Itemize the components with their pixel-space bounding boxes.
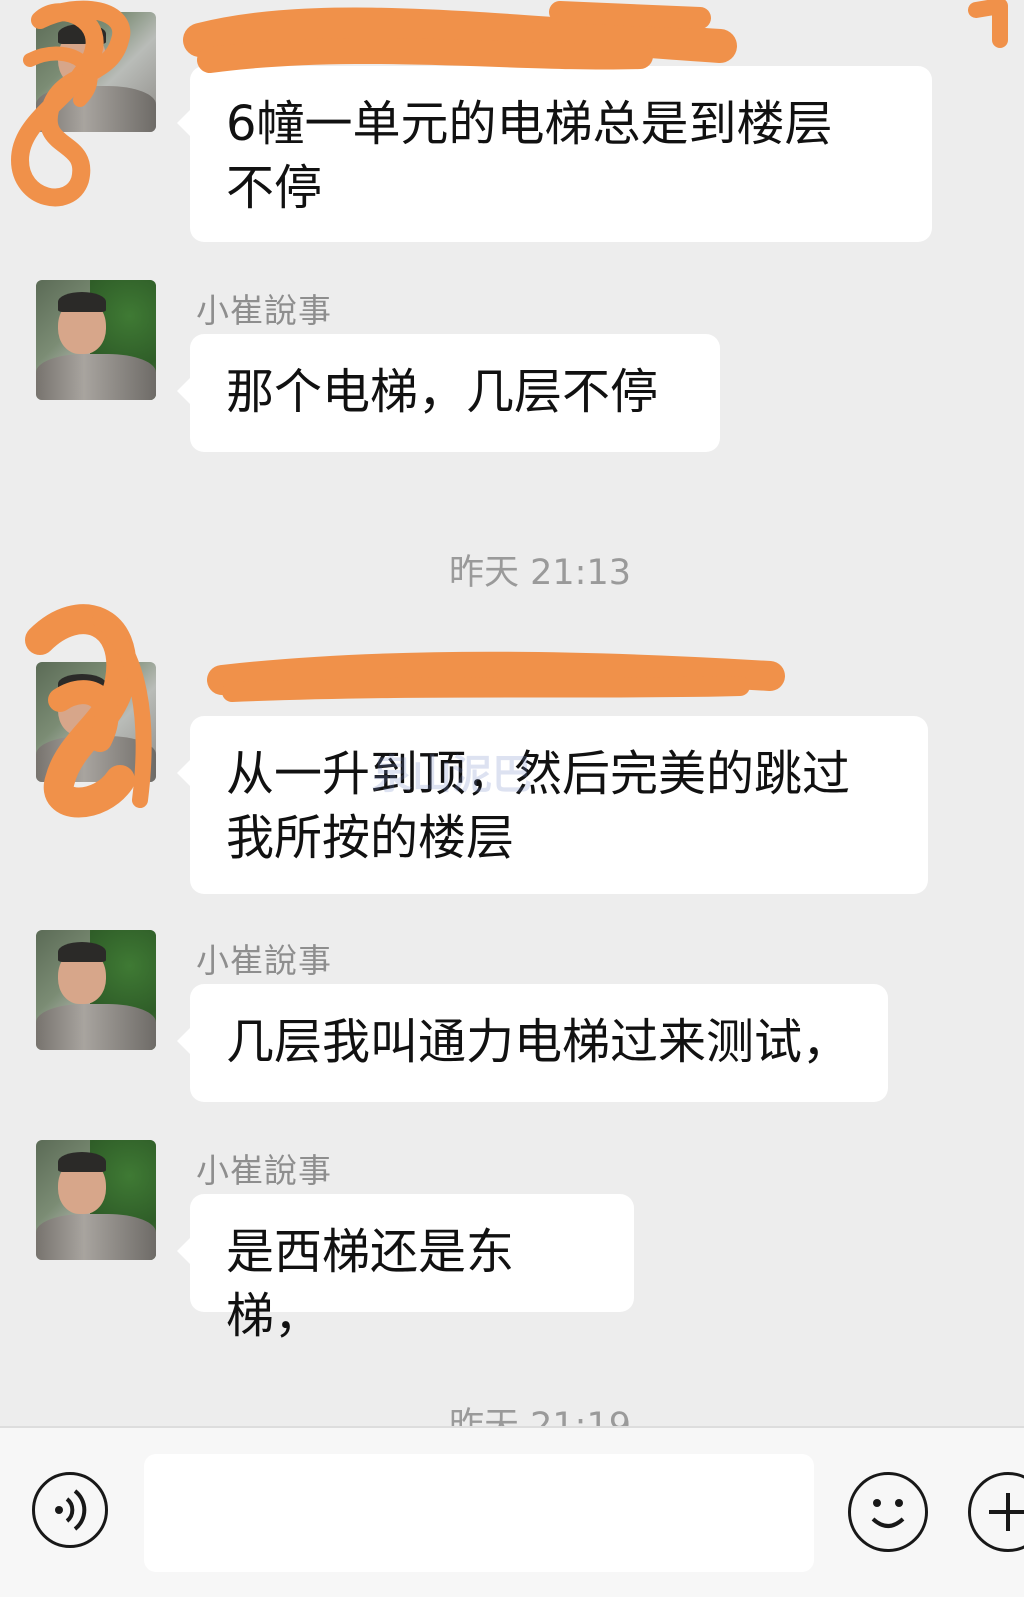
- message-bubble[interactable]: 那个电梯，几层不停: [177, 334, 720, 452]
- message-bubble[interactable]: 从一升到顶，然后完美的跳过 我所按的楼层: [177, 716, 928, 894]
- sender-name: 小崔說事: [196, 941, 332, 980]
- input-bar: [0, 1426, 1024, 1597]
- emoji-icon: [871, 1499, 905, 1528]
- message-text: 不停: [226, 160, 323, 216]
- avatar[interactable]: [36, 662, 156, 782]
- message-text: 那个电梯，几层不停: [226, 364, 659, 420]
- sender-name: 小崔說事: [196, 1151, 332, 1190]
- timestamp: 昨天 21:19: [449, 1406, 631, 1426]
- avatar[interactable]: [36, 12, 156, 132]
- avatar[interactable]: [36, 930, 156, 1050]
- message-text: 从一升到顶，然后完美的跳过: [226, 746, 851, 802]
- voice-icon: [55, 1489, 87, 1531]
- message-bubble[interactable]: 几层我叫通力电梯过来测试，: [177, 984, 888, 1102]
- message-bubble[interactable]: 是西梯还是东梯，: [177, 1194, 634, 1344]
- plus-button[interactable]: [968, 1472, 1024, 1552]
- message-bubble[interactable]: 6幢一单元的电梯总是到楼层 不停: [177, 66, 932, 242]
- message-input[interactable]: [144, 1454, 814, 1572]
- avatar[interactable]: [36, 280, 156, 400]
- message-text: 6幢一单元的电梯总是到楼层: [226, 96, 833, 152]
- message-text: 我所按的楼层: [226, 810, 515, 866]
- timestamp: 昨天 21:13: [449, 553, 631, 593]
- voice-button[interactable]: [32, 1472, 108, 1548]
- avatar[interactable]: [36, 1140, 156, 1260]
- plus-icon: [989, 1493, 1024, 1531]
- emoji-button[interactable]: [848, 1472, 928, 1552]
- message-text: 是西梯还是东梯，: [226, 1224, 515, 1344]
- watermark: 泉山泥巴: [372, 752, 532, 798]
- sender-name: 小崔說事: [196, 291, 332, 330]
- message-text: 几层我叫通力电梯过来测试，: [226, 1014, 851, 1070]
